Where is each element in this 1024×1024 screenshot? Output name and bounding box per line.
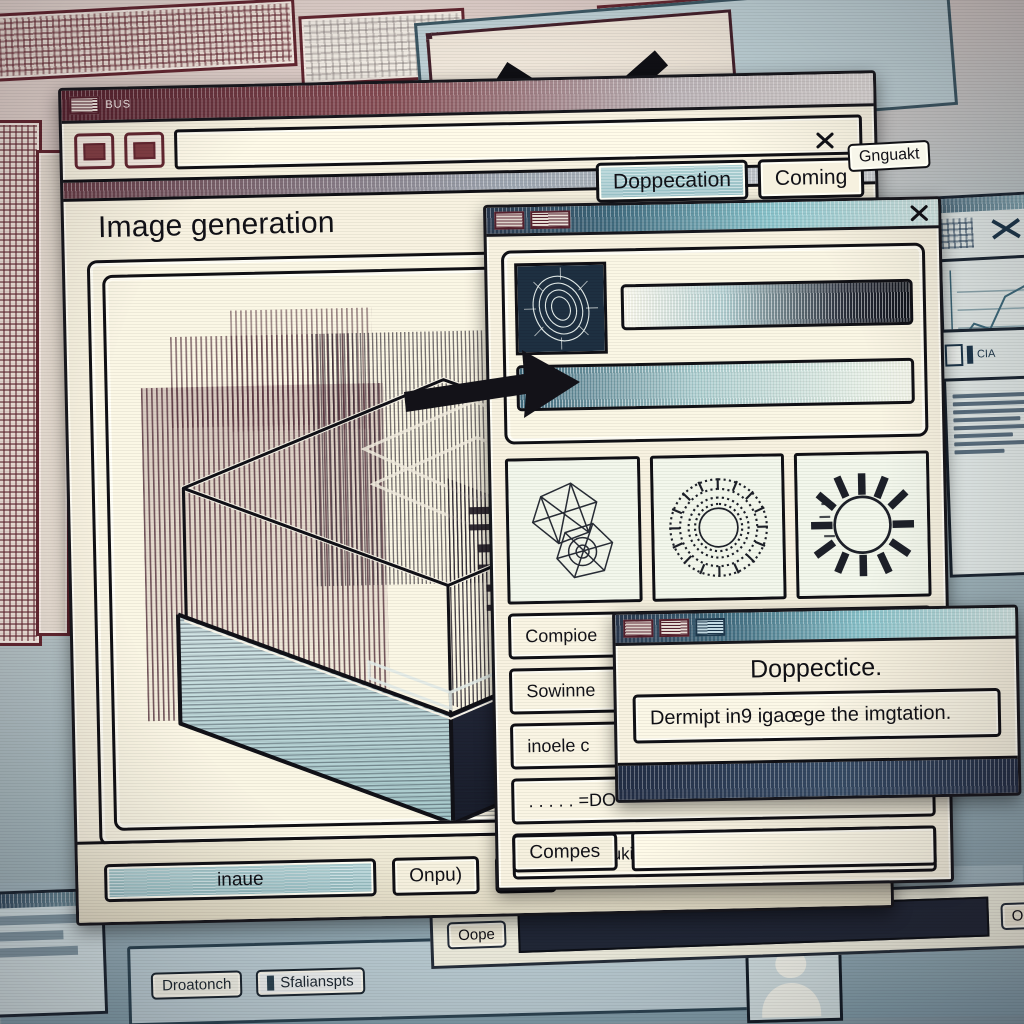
image-icon[interactable] <box>73 132 115 170</box>
dialog-message: Dermipt in9 igaœge the imgtation. <box>632 687 1002 744</box>
bar-icon <box>966 345 974 364</box>
results-footer: Compes <box>512 825 937 873</box>
bg-right-data-window[interactable] <box>938 238 1024 578</box>
bg-button-label: Sfalianspts <box>280 971 354 991</box>
header-button-group: Doppecation Coming <box>595 157 865 203</box>
bg-right-text-block <box>952 391 1024 455</box>
results-window-titlebar[interactable] <box>486 199 939 237</box>
dialog-badge-icon <box>659 618 690 638</box>
doppecation-button[interactable]: Doppecation <box>595 159 749 203</box>
bg-button-droatonch[interactable]: Droatonch <box>150 969 243 1000</box>
radial-burst-thumb[interactable] <box>649 453 787 602</box>
flow-arrow <box>404 350 580 418</box>
titlebar-badge-icon <box>69 96 100 115</box>
render-progress[interactable] <box>620 278 914 331</box>
polygon-wireframe-thumb[interactable] <box>504 456 643 605</box>
list-icon <box>267 974 275 991</box>
generate-image-button[interactable]: inaue <box>103 858 377 903</box>
titlebar-badge-icon <box>530 210 571 230</box>
dialog-footer-bar <box>617 755 1019 800</box>
titlebar-label: BUS <box>105 98 132 111</box>
bowtie-icon <box>991 217 1021 240</box>
bg-row <box>0 945 79 958</box>
gnguakt-button[interactable]: Gnguakt <box>847 139 932 173</box>
bg-button-sfalianspts[interactable]: Sfalianspts <box>255 966 365 997</box>
bg-label: CIA <box>976 347 996 361</box>
camera-icon[interactable] <box>123 131 165 169</box>
bg-button-oope[interactable]: Oope <box>446 919 507 949</box>
document-icon <box>944 343 964 367</box>
dialog-badge-icon <box>695 617 726 637</box>
bg-button-oio[interactable]: Oıo <box>1000 901 1024 930</box>
titlebar-badge-icon <box>494 211 525 230</box>
results-input[interactable] <box>630 825 937 872</box>
dialog-title: Doppectice. <box>749 653 883 684</box>
close-icon[interactable] <box>906 199 932 225</box>
dialog-doppectice[interactable]: Doppectice. Dermipt in9 igaœge the imgta… <box>612 604 1022 803</box>
radial-bars-thumb[interactable] <box>794 450 932 600</box>
close-icon[interactable] <box>812 127 838 153</box>
screenshot-root: CIA Droatonch Sfalianspts Oope Oıo BUS I… <box>0 0 1024 1024</box>
bg-right-mid-window[interactable]: CIA <box>935 326 1024 382</box>
thumbnail-grid <box>491 450 946 605</box>
dialog-badge-icon <box>623 619 654 638</box>
palette-tile-blank[interactable] <box>425 32 433 40</box>
avatar-body <box>761 982 822 1018</box>
output-button[interactable]: Onpu) <box>391 856 480 896</box>
compes-button[interactable]: Compes <box>512 832 618 873</box>
bg-row <box>0 930 64 942</box>
